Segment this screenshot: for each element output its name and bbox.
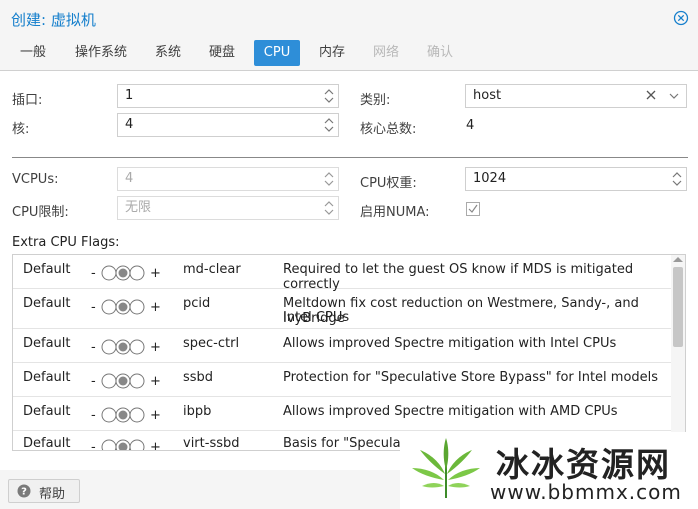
table-row: Default - + pcid Meltdown fix cost reduc… [13, 289, 673, 329]
check-icon [468, 204, 478, 213]
section-divider [12, 157, 688, 158]
help-button[interactable]: ? 帮助 [8, 479, 80, 503]
cores-label: 核: [12, 122, 30, 137]
flag-name: ibpb [183, 404, 212, 419]
plus-label: + [150, 408, 161, 423]
watermark-title: 冰冰资源网 [496, 445, 671, 484]
spinner-icon[interactable] [323, 87, 335, 105]
flag-state: Default [23, 262, 71, 277]
minus-label: - [91, 266, 96, 281]
vcpus-field[interactable]: 4 [117, 167, 339, 191]
flag-name: ssbd [183, 370, 214, 385]
help-icon: ? [17, 484, 31, 498]
tab-disk[interactable]: 硬盘 [200, 40, 244, 66]
cores-value: 4 [125, 117, 134, 132]
flag-description: Required to let the guest OS know if MDS… [283, 262, 634, 292]
close-icon[interactable] [673, 10, 689, 26]
chevron-down-icon[interactable] [668, 91, 680, 101]
cpu-flags-grid: Default - + md-clear Required to let the… [12, 254, 686, 451]
spinner-icon[interactable] [323, 199, 335, 217]
flag-state: Default [23, 370, 71, 385]
spinner-icon[interactable] [671, 170, 683, 188]
table-row: Default - + spec-ctrl Allows improved Sp… [13, 329, 673, 363]
tab-confirm: 确认 [426, 45, 453, 60]
scrollbar-thumb[interactable] [673, 267, 683, 347]
help-label: 帮助 [39, 487, 66, 502]
tab-memory[interactable]: 内存 [310, 40, 354, 66]
total-cores-label: 核心总数: [360, 122, 417, 137]
watermark-url: www.bbmmx.com [490, 480, 682, 504]
minus-label: - [91, 374, 96, 389]
cpulimit-placeholder: 无限 [125, 200, 152, 215]
leaf-logo-icon [412, 438, 480, 498]
table-row: Default - + ibpb Allows improved Spectre… [13, 397, 673, 431]
minus-label: - [91, 440, 96, 451]
cpulimit-field[interactable]: 无限 [117, 196, 339, 220]
plus-label: + [150, 340, 161, 355]
numa-label: 启用NUMA: [360, 205, 430, 220]
cpuunits-field[interactable]: 1024 [465, 167, 687, 191]
cpuunits-label: CPU权重: [360, 176, 417, 191]
dialog-titlebar: 创建: 虚拟机 [0, 0, 698, 36]
watermark: 冰冰资源网 www.bbmmx.com [400, 432, 698, 509]
vcpus-value: 4 [125, 171, 134, 186]
grid-scrollbar[interactable] [671, 255, 685, 450]
clear-icon[interactable] [644, 88, 658, 102]
scroll-up-icon[interactable] [673, 257, 683, 262]
table-row: Default - + md-clear Required to let the… [13, 255, 673, 292]
spinner-icon[interactable] [323, 170, 335, 188]
extra-flags-label: Extra CPU Flags: [12, 235, 120, 250]
plus-label: + [150, 374, 161, 389]
svg-text:?: ? [21, 487, 27, 498]
spinner-icon[interactable] [323, 116, 335, 134]
flag-state: Default [23, 336, 71, 351]
flag-state: Default [23, 296, 71, 311]
dialog-title: 创建: 虚拟机 [11, 11, 96, 29]
flag-description-line2: Intel CPUs [283, 310, 350, 325]
flag-state: Default [23, 436, 71, 451]
cores-field[interactable]: 4 [117, 113, 339, 137]
create-vm-dialog: 创建: 虚拟机 一般 操作系统 系统 硬盘 CPU 内存 网络 确认 插口: 1… [0, 0, 698, 509]
flag-name: spec-ctrl [183, 336, 240, 351]
flag-description: Basis for "Speculati [283, 436, 410, 451]
tab-network: 网络 [372, 45, 399, 60]
sockets-value: 1 [125, 88, 134, 103]
cpu-type-value: host [473, 88, 502, 103]
minus-label: - [91, 340, 96, 355]
flag-name: md-clear [183, 262, 241, 277]
wizard-tabs: 一般 操作系统 系统 硬盘 CPU 内存 网络 确认 [0, 40, 698, 67]
plus-label: + [150, 440, 161, 451]
flag-name: pcid [183, 296, 211, 311]
plus-label: + [150, 266, 161, 281]
sockets-label: 插口: [12, 93, 43, 108]
tab-general[interactable]: 一般 [11, 40, 55, 66]
flag-name: virt-ssbd [183, 436, 240, 451]
plus-label: + [150, 300, 161, 315]
tab-system[interactable]: 系统 [146, 40, 190, 66]
flag-description: Allows improved Spectre mitigation with … [283, 404, 618, 419]
table-row: Default - + ssbd Protection for "Specula… [13, 363, 673, 397]
type-label: 类别: [360, 93, 391, 108]
cpulimit-label: CPU限制: [12, 205, 69, 220]
cpu-panel: 插口: 1 类别: host 核: 4 核心总数: 4 VCPUs: 4 CPU… [0, 70, 698, 470]
tab-os[interactable]: 操作系统 [66, 40, 136, 66]
numa-checkbox[interactable] [466, 202, 480, 216]
cpuunits-value: 1024 [473, 171, 507, 186]
flag-description: Allows improved Spectre mitigation with … [283, 336, 617, 351]
tab-cpu[interactable]: CPU [254, 40, 300, 66]
cpu-type-combo[interactable]: host [465, 84, 687, 108]
minus-label: - [91, 300, 96, 315]
flag-description: Protection for "Speculative Store Bypass… [283, 370, 659, 385]
flag-state: Default [23, 404, 71, 419]
total-cores-value: 4 [466, 118, 475, 133]
minus-label: - [91, 408, 96, 423]
sockets-field[interactable]: 1 [117, 84, 339, 108]
vcpus-label: VCPUs: [12, 172, 59, 187]
